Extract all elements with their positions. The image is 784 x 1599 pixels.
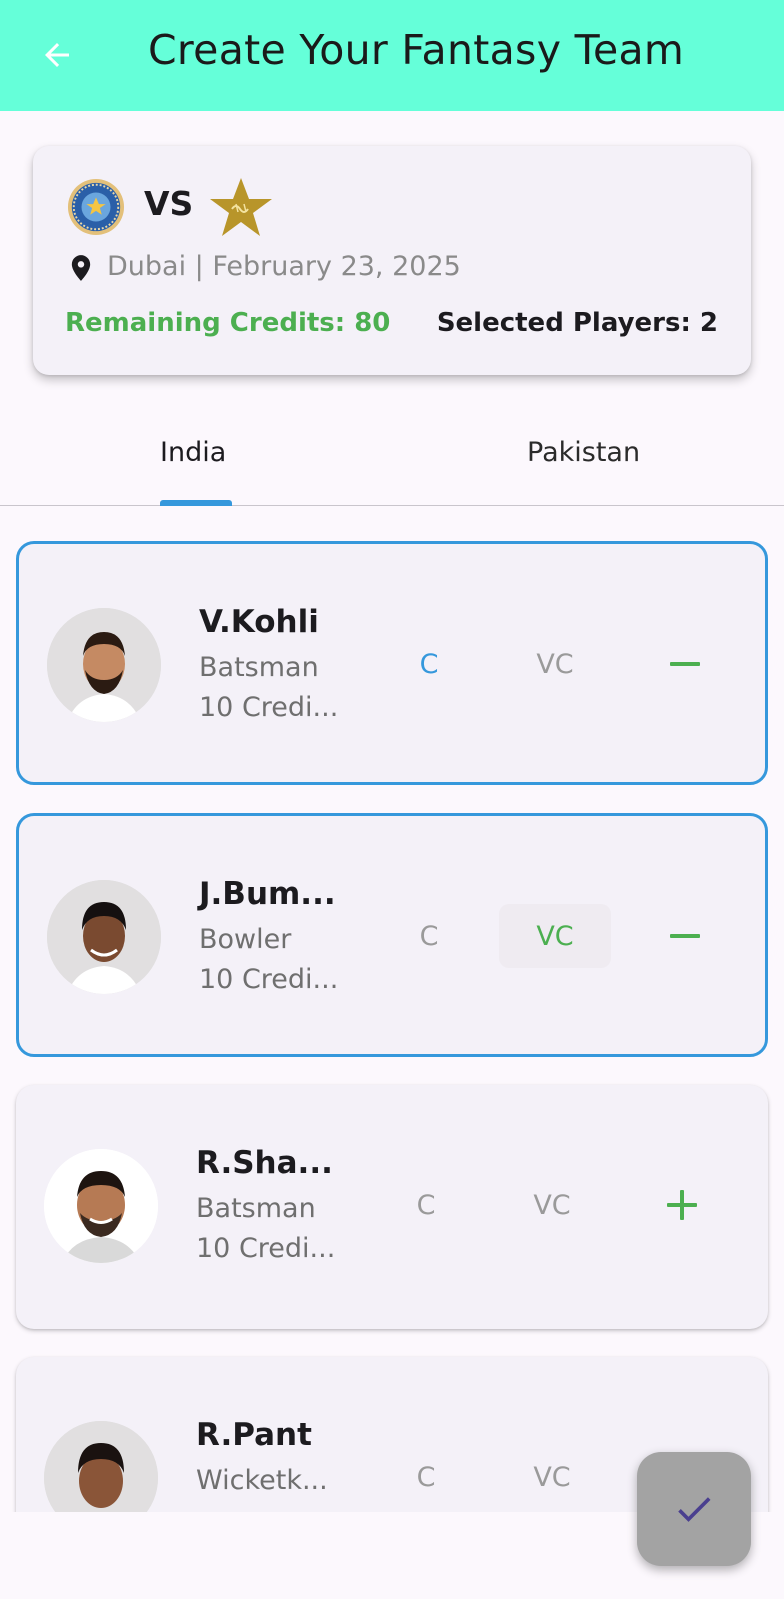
vs-label: VS [144, 184, 194, 223]
player-name: R.Sha... [196, 1145, 333, 1181]
back-button[interactable] [34, 32, 80, 78]
player-role: Wicketk... [196, 1465, 328, 1496]
tab-pakistan[interactable]: Pakistan [527, 437, 640, 468]
vice-captain-button[interactable]: VC [496, 1173, 608, 1237]
player-credits: 10 Credi... [196, 1233, 336, 1264]
team-tabs: India Pakistan [0, 405, 784, 506]
venue-date: Dubai | February 23, 2025 [107, 251, 461, 282]
tab-india[interactable]: India [160, 437, 226, 468]
player-card[interactable]: R.Sha... Batsman 10 Credi... C VC [16, 1085, 768, 1329]
captain-button[interactable]: C [406, 1449, 446, 1505]
player-card[interactable]: V.Kohli Batsman 10 Credi... C VC [16, 541, 768, 785]
remove-player-button[interactable] [659, 910, 711, 962]
plus-icon [667, 1190, 697, 1220]
player-credits: 10 Credi... [199, 964, 339, 995]
player-name: J.Bum... [199, 876, 336, 912]
player-role: Batsman [196, 1193, 316, 1224]
captain-button[interactable]: C [409, 908, 449, 964]
captain-button[interactable]: C [406, 1177, 446, 1233]
app-bar: Create Your Fantasy Team [0, 0, 784, 111]
india-crest-icon [67, 178, 125, 236]
player-avatar [47, 880, 161, 994]
add-player-button[interactable] [656, 1179, 708, 1231]
player-role: Batsman [199, 652, 319, 683]
player-credits: 10 Credi... [199, 692, 339, 723]
player-name: V.Kohli [199, 604, 319, 640]
player-role: Bowler [199, 924, 292, 955]
remove-player-button[interactable] [659, 638, 711, 690]
page-title: Create Your Fantasy Team [148, 26, 685, 74]
check-icon [678, 1497, 711, 1522]
player-card[interactable]: J.Bum... Bowler 10 Credi... C VC [16, 813, 768, 1057]
selected-players-count: Selected Players: 2 [436, 308, 718, 338]
pakistan-star-icon [210, 178, 272, 236]
location-pin-icon [71, 255, 91, 281]
player-avatar [44, 1421, 158, 1512]
tab-indicator [160, 500, 232, 506]
captain-button[interactable]: C [409, 636, 449, 692]
player-name: R.Pant [196, 1417, 312, 1453]
remaining-credits: Remaining Credits: 80 [65, 308, 391, 338]
confirm-team-fab[interactable] [637, 1452, 751, 1566]
vice-captain-button[interactable]: VC [496, 1445, 608, 1509]
minus-icon [670, 649, 700, 679]
vice-captain-button[interactable]: VC [499, 632, 611, 696]
vice-captain-button[interactable]: VC [499, 904, 611, 968]
arrow-left-icon [45, 43, 69, 67]
match-info-card: VS Dubai | February 23, 2025 Remaining C… [33, 146, 751, 375]
player-avatar [47, 608, 161, 722]
player-avatar [44, 1149, 158, 1263]
player-list[interactable]: V.Kohli Batsman 10 Credi... C VC J.Bum..… [0, 507, 784, 1512]
minus-icon [670, 921, 700, 951]
